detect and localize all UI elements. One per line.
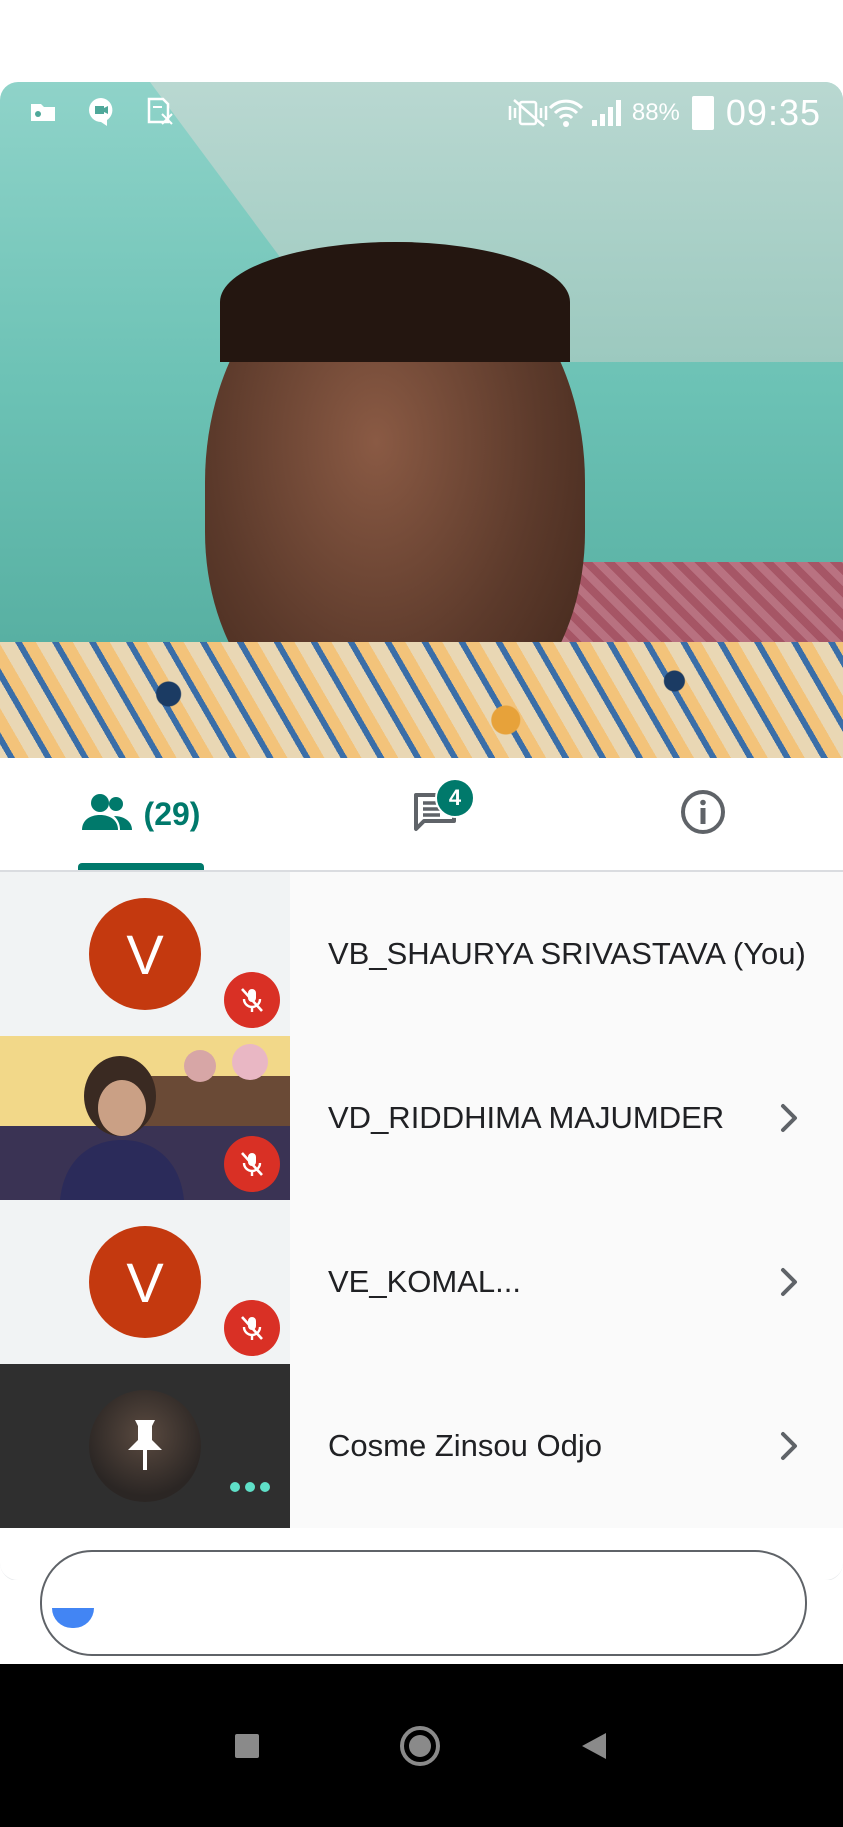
participant-name: VD_RIDDHIMA MAJUMDER (328, 1100, 725, 1135)
battery-icon (691, 96, 714, 130)
vibrate-icon (506, 98, 548, 128)
speaker-hair (220, 242, 570, 362)
meeting-tabs: (29) 4 (0, 758, 843, 872)
avatar: V (89, 1226, 201, 1338)
participant-row[interactable]: V VB_SHAURYA SRIVASTAVA (You) (0, 872, 843, 1036)
mic-off-icon (224, 1136, 280, 1192)
back-icon[interactable] (572, 1724, 616, 1768)
info-icon (679, 788, 727, 841)
hidden-controls-area (0, 1550, 843, 1664)
home-icon[interactable] (398, 1724, 442, 1768)
chevron-right-icon[interactable] (769, 1426, 809, 1466)
speaking-indicator-icon (230, 1482, 270, 1492)
participant-name: VE_KOMAL... (328, 1264, 521, 1299)
people-count: (29) (143, 795, 201, 832)
call-controls-bar[interactable] (40, 1550, 807, 1656)
chevron-right-icon[interactable] (769, 1098, 809, 1138)
mic-off-icon (224, 1300, 280, 1356)
participant-thumbnail (0, 1364, 290, 1528)
video-chat-icon (86, 96, 116, 126)
battery-percent: 88% (631, 99, 680, 126)
participant-thumbnail: V (0, 1200, 290, 1364)
recents-icon[interactable] (225, 1724, 269, 1768)
mic-off-icon (224, 972, 280, 1028)
participant-row[interactable]: Cosme Zinsou Odjo (0, 1364, 843, 1528)
top-margin (0, 0, 843, 82)
pin-icon (128, 1420, 162, 1470)
tab-chat[interactable]: 4 (385, 758, 485, 870)
avatar: V (89, 898, 201, 1010)
speaker-shirt (0, 642, 843, 758)
wifi-icon (548, 98, 583, 128)
participant-name: Cosme Zinsou Odjo (328, 1428, 602, 1463)
participant-row[interactable]: V VE_KOMAL... (0, 1200, 843, 1364)
main-video-feed[interactable] (0, 82, 843, 758)
participant-row[interactable]: VD_RIDDHIMA MAJUMDER (0, 1036, 843, 1200)
people-icon (80, 792, 134, 837)
chevron-right-icon[interactable] (769, 1262, 809, 1302)
clock: 09:35 (725, 92, 821, 133)
system-navigation-bar (0, 1664, 843, 1827)
avatar (89, 1390, 201, 1502)
tab-people[interactable]: (29) (60, 758, 220, 870)
status-bar: 88% 09:35 (0, 82, 843, 146)
participant-thumbnail: V (0, 872, 290, 1036)
active-tab-indicator (78, 863, 204, 870)
sim-off-icon (144, 96, 174, 126)
chat-unread-badge: 4 (435, 778, 475, 818)
tab-info[interactable] (665, 758, 740, 870)
signal-icon (590, 98, 621, 128)
participant-name: VB_SHAURYA SRIVASTAVA (You) (328, 936, 806, 971)
gallery-icon (28, 96, 58, 126)
participant-video-thumbnail (0, 1036, 290, 1200)
participant-list: V VB_SHAURYA SRIVASTAVA (You) VD_RIDDHIM… (0, 872, 843, 1528)
